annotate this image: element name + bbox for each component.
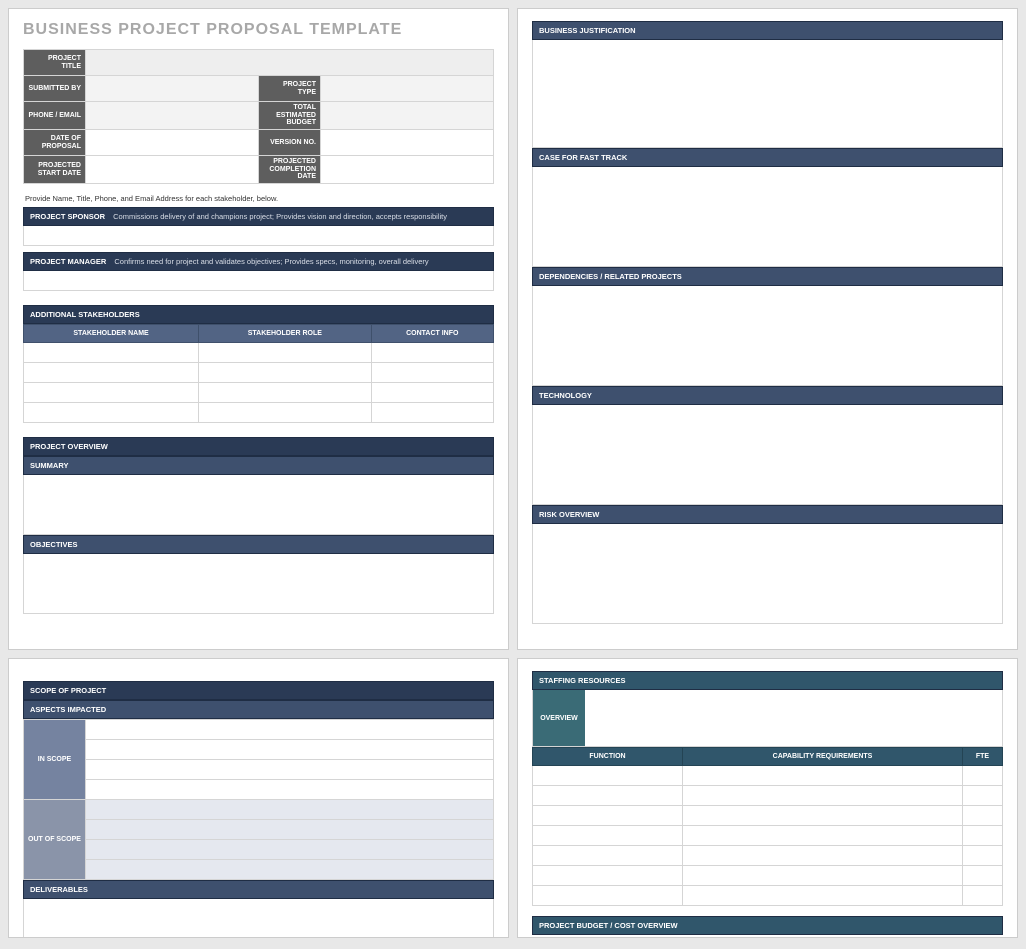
- risk-overview-field[interactable]: [532, 524, 1003, 624]
- technology-header: TECHNOLOGY: [532, 386, 1003, 405]
- budget-header: PROJECT BUDGET / COST OVERVIEW: [532, 916, 1003, 935]
- out-scope-label: OUT OF SCOPE: [24, 800, 86, 880]
- table-row[interactable]: [24, 403, 494, 423]
- deliverables-field[interactable]: [23, 899, 494, 938]
- field-project-type[interactable]: [321, 76, 494, 102]
- col-stakeholder-role: STAKEHOLDER ROLE: [199, 325, 371, 343]
- staffing-overview-row: OVERVIEW: [532, 690, 1003, 747]
- table-row[interactable]: [24, 363, 494, 383]
- field-phone-email[interactable]: [86, 102, 259, 130]
- field-start-date[interactable]: [86, 156, 259, 184]
- label-submitted-by: SUBMITTED BY: [24, 76, 86, 102]
- label-total-budget: TOTAL ESTIMATED BUDGET: [259, 102, 321, 130]
- table-row[interactable]: [24, 343, 494, 363]
- field-project-title[interactable]: [86, 50, 494, 76]
- table-row[interactable]: [533, 886, 1003, 906]
- manager-field[interactable]: [23, 271, 494, 291]
- table-row[interactable]: [533, 806, 1003, 826]
- page-1-left: BUSINESS PROJECT PROPOSAL TEMPLATE PROJE…: [8, 8, 509, 650]
- table-row[interactable]: [533, 866, 1003, 886]
- staffing-header: STAFFING RESOURCES: [532, 671, 1003, 690]
- scope-header: SCOPE OF PROJECT: [23, 681, 494, 700]
- table-row[interactable]: [533, 766, 1003, 786]
- in-scope-row[interactable]: [86, 760, 494, 780]
- document-title: BUSINESS PROJECT PROPOSAL TEMPLATE: [23, 21, 494, 39]
- col-function: FUNCTION: [533, 748, 683, 766]
- page-1-right: BUSINESS JUSTIFICATION CASE FOR FAST TRA…: [517, 8, 1018, 650]
- objectives-field[interactable]: [23, 554, 494, 614]
- in-scope-row[interactable]: [86, 740, 494, 760]
- sponsor-desc: Commissions delivery of and champions pr…: [113, 212, 447, 221]
- table-row[interactable]: [24, 383, 494, 403]
- field-completion-date[interactable]: [321, 156, 494, 184]
- staffing-table: FUNCTION CAPABILITY REQUIREMENTS FTE: [532, 747, 1003, 906]
- col-contact-info: CONTACT INFO: [371, 325, 493, 343]
- field-date-proposal[interactable]: [86, 130, 259, 156]
- dependencies-header: DEPENDENCIES / RELATED PROJECTS: [532, 267, 1003, 286]
- business-justification-header: BUSINESS JUSTIFICATION: [532, 21, 1003, 40]
- table-row[interactable]: [533, 826, 1003, 846]
- deliverables-header: DELIVERABLES: [23, 880, 494, 899]
- out-scope-row[interactable]: [86, 820, 494, 840]
- summary-header: SUMMARY: [23, 456, 494, 475]
- sponsor-field[interactable]: [23, 226, 494, 246]
- stakeholders-header: ADDITIONAL STAKEHOLDERS: [23, 305, 494, 324]
- objectives-header: OBJECTIVES: [23, 535, 494, 554]
- page-2-left: SCOPE OF PROJECT ASPECTS IMPACTED IN SCO…: [8, 658, 509, 938]
- project-manager-header: PROJECT MANAGER Confirms need for projec…: [23, 252, 494, 271]
- col-capability: CAPABILITY REQUIREMENTS: [683, 748, 963, 766]
- aspects-table: IN SCOPE OUT OF SCOPE: [23, 719, 494, 880]
- technology-field[interactable]: [532, 405, 1003, 505]
- label-date-proposal: DATE OF PROPOSAL: [24, 130, 86, 156]
- risk-overview-header: RISK OVERVIEW: [532, 505, 1003, 524]
- in-scope-row[interactable]: [86, 780, 494, 800]
- label-project-title: PROJECT TITLE: [24, 50, 86, 76]
- out-scope-row[interactable]: [86, 860, 494, 880]
- field-total-budget[interactable]: [321, 102, 494, 130]
- aspects-impacted-header: ASPECTS IMPACTED: [23, 700, 494, 719]
- label-completion-date: PROJECTED COMPLETION DATE: [259, 156, 321, 184]
- in-scope-label: IN SCOPE: [24, 720, 86, 800]
- manager-label: PROJECT MANAGER: [30, 257, 106, 266]
- label-start-date: PROJECTED START DATE: [24, 156, 86, 184]
- page-2-right: STAFFING RESOURCES OVERVIEW FUNCTION CAP…: [517, 658, 1018, 938]
- label-version-no: VERSION NO.: [259, 130, 321, 156]
- sponsor-label: PROJECT SPONSOR: [30, 212, 105, 221]
- label-phone-email: PHONE / EMAIL: [24, 102, 86, 130]
- field-version-no[interactable]: [321, 130, 494, 156]
- in-scope-row[interactable]: [86, 720, 494, 740]
- table-row[interactable]: [533, 846, 1003, 866]
- label-project-type: PROJECT TYPE: [259, 76, 321, 102]
- stakeholders-table: STAKEHOLDER NAME STAKEHOLDER ROLE CONTAC…: [23, 324, 494, 423]
- business-justification-field[interactable]: [532, 40, 1003, 148]
- project-sponsor-header: PROJECT SPONSOR Commissions delivery of …: [23, 207, 494, 226]
- table-row[interactable]: [533, 786, 1003, 806]
- dependencies-field[interactable]: [532, 286, 1003, 386]
- out-scope-row[interactable]: [86, 800, 494, 820]
- stakeholder-note: Provide Name, Title, Phone, and Email Ad…: [25, 194, 494, 203]
- project-info-table: PROJECT TITLE SUBMITTED BY PROJECT TYPE …: [23, 49, 494, 184]
- fast-track-field[interactable]: [532, 167, 1003, 267]
- out-scope-row[interactable]: [86, 840, 494, 860]
- field-submitted-by[interactable]: [86, 76, 259, 102]
- overview-label: OVERVIEW: [533, 690, 585, 746]
- summary-field[interactable]: [23, 475, 494, 535]
- manager-desc: Confirms need for project and validates …: [114, 257, 428, 266]
- col-stakeholder-name: STAKEHOLDER NAME: [24, 325, 199, 343]
- overview-field[interactable]: [585, 690, 1002, 746]
- fast-track-header: CASE FOR FAST TRACK: [532, 148, 1003, 167]
- col-fte: FTE: [963, 748, 1003, 766]
- project-overview-header: PROJECT OVERVIEW: [23, 437, 494, 456]
